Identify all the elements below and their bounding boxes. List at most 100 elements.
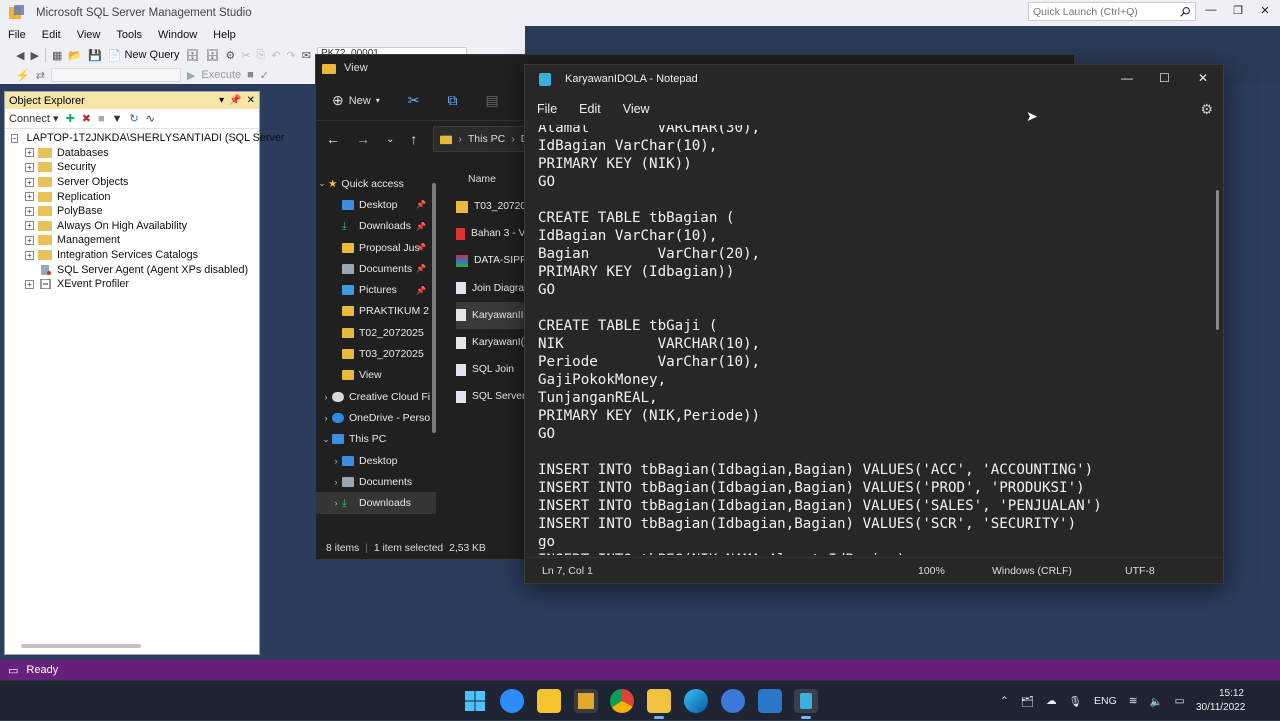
nav-praktikum[interactable]: PRAKTIKUM 2 bbox=[316, 301, 436, 322]
new-query-button[interactable]: 📄 New Query bbox=[108, 49, 180, 62]
menu-edit[interactable]: Edit bbox=[577, 102, 603, 116]
tree-node-management[interactable]: + Management bbox=[5, 233, 259, 248]
forward-arrow-icon[interactable]: → bbox=[356, 131, 370, 147]
dmx-query-icon[interactable]: ⚙ bbox=[225, 49, 235, 62]
nav-desktop[interactable]: Desktop 📌 bbox=[316, 194, 436, 215]
show-hidden-icons-chevron[interactable]: ⌃ bbox=[1000, 695, 1009, 707]
expand-icon[interactable]: + bbox=[25, 221, 34, 231]
file-item[interactable]: Bahan 3 - V bbox=[456, 220, 526, 247]
onedrive-cloud-icon[interactable]: ☁ bbox=[1046, 695, 1057, 707]
nav-view[interactable]: View bbox=[316, 365, 436, 386]
start-button[interactable] bbox=[463, 689, 487, 713]
save-icon[interactable]: 💾 bbox=[88, 49, 102, 62]
new-button[interactable]: ⊕ New ▾ bbox=[332, 92, 380, 109]
stop-icon[interactable]: ■ bbox=[98, 113, 105, 125]
menu-view[interactable]: View bbox=[69, 29, 109, 41]
refresh-icon[interactable]: ↻ bbox=[130, 112, 139, 125]
ssms-close-button[interactable]: ✕ bbox=[1256, 4, 1274, 20]
copy-icon[interactable]: ⧉ bbox=[448, 92, 458, 109]
menu-window[interactable]: Window bbox=[150, 29, 205, 41]
taskbar-clock[interactable]: 15:12 30/11/2022 bbox=[1196, 687, 1245, 715]
notepad-text-area[interactable]: Alamat VARCHAR(30), IdBagian VarChar(10),… bbox=[525, 125, 1215, 555]
tree-node-server-objects[interactable]: + Server Objects bbox=[5, 175, 259, 190]
tree-node-replication[interactable]: + Replication bbox=[5, 189, 259, 204]
edge-icon[interactable] bbox=[684, 689, 708, 713]
back-arrow-icon[interactable]: ← bbox=[326, 131, 340, 147]
file-item[interactable]: DATA-SIPP bbox=[456, 247, 526, 274]
expand-icon[interactable]: + bbox=[25, 250, 34, 260]
zoom-app-icon[interactable] bbox=[500, 689, 524, 713]
chrome-icon[interactable] bbox=[610, 689, 634, 713]
stop-icon[interactable]: ■ bbox=[247, 69, 254, 81]
battery-icon[interactable]: ▭ bbox=[1175, 695, 1185, 707]
redo-icon[interactable]: ↷ bbox=[287, 49, 296, 62]
nav-downloads[interactable]: ⤓ Downloads 📌 bbox=[316, 216, 436, 237]
available-db-select[interactable] bbox=[50, 68, 181, 82]
expand-icon[interactable]: + bbox=[25, 235, 34, 245]
activity-monitor-icon[interactable]: ∿ bbox=[146, 112, 155, 125]
tree-node-security[interactable]: + Security bbox=[5, 160, 259, 175]
file-item[interactable]: T03_20720 bbox=[456, 193, 526, 220]
nav-quick-access[interactable]: ⌄ ★ Quick access bbox=[316, 173, 436, 194]
expand-icon[interactable]: + bbox=[25, 177, 34, 187]
nav-pc-documents[interactable]: › Documents bbox=[316, 471, 436, 492]
collapse-icon[interactable]: − bbox=[11, 133, 18, 143]
menu-help[interactable]: Help bbox=[205, 29, 244, 41]
file-explorer-taskbar-icon[interactable] bbox=[647, 689, 671, 719]
nav-t02[interactable]: T02_2072025 bbox=[316, 322, 436, 343]
menu-view[interactable]: View bbox=[621, 102, 652, 116]
back-icon[interactable]: ◀ bbox=[16, 49, 24, 62]
expand-icon[interactable]: + bbox=[25, 279, 34, 289]
column-header-name[interactable]: Name bbox=[468, 173, 496, 185]
forward-icon[interactable]: ▶ bbox=[30, 49, 38, 62]
cut-icon[interactable]: ✂ bbox=[408, 92, 420, 109]
filter-icon[interactable]: ▼ bbox=[112, 113, 123, 125]
connect-dropdown[interactable]: Connect ▾ bbox=[9, 112, 59, 125]
menu-file[interactable]: File bbox=[0, 29, 34, 41]
mail-icon[interactable]: ✉ bbox=[302, 49, 311, 62]
menu-edit[interactable]: Edit bbox=[34, 29, 69, 41]
microphone-icon[interactable]: 🎙 bbox=[1069, 695, 1082, 708]
tree-node-integration-services[interactable]: + Integration Services Catalogs bbox=[5, 248, 259, 263]
ssms-minimize-button[interactable]: — bbox=[1202, 4, 1220, 20]
nav-proposal[interactable]: Proposal Jus 📌 bbox=[316, 237, 436, 258]
nav-pictures[interactable]: Pictures 📌 bbox=[316, 279, 436, 300]
tree-node-sql-agent[interactable]: SQL Server Agent (Agent XPs disabled) bbox=[5, 262, 259, 277]
nav-documents[interactable]: Documents 📌 bbox=[316, 258, 436, 279]
nav-pc-downloads[interactable]: › ⤓ Downloads bbox=[316, 492, 436, 514]
undo-icon[interactable]: ↶ bbox=[271, 49, 280, 62]
tray-app-icon[interactable]: 🗂 bbox=[1021, 695, 1034, 708]
tree-node-always-on[interactable]: + Always On High Availability bbox=[5, 219, 259, 234]
expand-icon[interactable]: + bbox=[25, 148, 34, 158]
mdx-query-icon[interactable]: 🗄 bbox=[205, 49, 219, 62]
change-connection-icon[interactable]: ⇄ bbox=[36, 69, 45, 82]
panel-dropdown-icon[interactable]: ▾ bbox=[219, 95, 224, 106]
photos-icon[interactable] bbox=[758, 689, 782, 713]
expand-icon[interactable]: + bbox=[25, 192, 34, 202]
breadcrumb-this-pc[interactable]: This PC bbox=[468, 133, 505, 145]
file-item-selected[interactable]: KaryawanII bbox=[456, 301, 526, 329]
file-item[interactable]: KaryawanI( bbox=[456, 329, 526, 356]
nav-this-pc[interactable]: ⌄ This PC bbox=[316, 429, 436, 450]
notepad-taskbar-icon[interactable] bbox=[794, 689, 818, 719]
tree-node-databases[interactable]: + Databases bbox=[5, 146, 259, 161]
ssms-taskbar-icon[interactable] bbox=[574, 689, 598, 713]
expand-icon[interactable]: + bbox=[25, 206, 34, 216]
volume-icon[interactable]: 🔈 bbox=[1150, 695, 1163, 708]
cut-icon[interactable]: ✂ bbox=[241, 49, 250, 62]
ssms-restore-button[interactable]: ❐ bbox=[1229, 4, 1247, 20]
recent-chevron-icon[interactable]: ⌄ bbox=[386, 134, 394, 145]
nav-creative-cloud[interactable]: › Creative Cloud Fi bbox=[316, 386, 436, 407]
tree-node-polybase[interactable]: + PolyBase bbox=[5, 204, 259, 219]
quick-launch-input[interactable]: Quick Launch (Ctrl+Q) bbox=[1028, 2, 1196, 21]
language-indicator[interactable]: ENG bbox=[1094, 695, 1117, 707]
tree-node-xevent-profiler[interactable]: + XEvent Profiler bbox=[5, 277, 259, 292]
parse-icon[interactable]: ✓ bbox=[260, 69, 269, 82]
file-item[interactable]: SQL Join bbox=[456, 356, 526, 383]
new-project-icon[interactable]: ▦ bbox=[52, 49, 62, 62]
nav-onedrive[interactable]: › OneDrive - Perso bbox=[316, 407, 436, 428]
copy-icon[interactable]: ⎘ bbox=[257, 49, 266, 62]
browser-icon[interactable] bbox=[721, 689, 745, 713]
paste-icon[interactable]: ▤ bbox=[486, 92, 499, 109]
disconnect-icon[interactable]: ✖ bbox=[82, 112, 91, 125]
